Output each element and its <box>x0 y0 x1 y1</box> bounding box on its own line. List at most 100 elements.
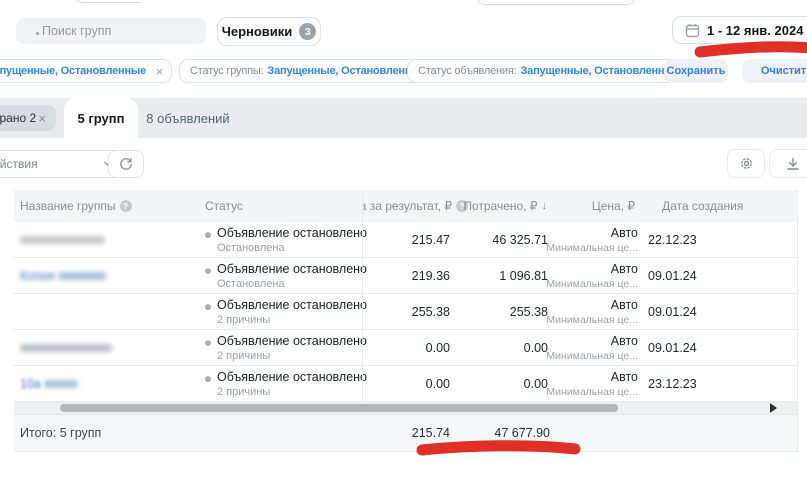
close-icon[interactable]: × <box>156 64 163 79</box>
price-detail: Минимальная це... <box>546 278 638 290</box>
clear-filters-button[interactable]: Очистить <box>742 59 807 83</box>
cpr-value: 219.36 <box>412 269 450 283</box>
filter-chip-label: Статус группы: <box>190 65 263 77</box>
cpr-value: 215.47 <box>412 233 450 247</box>
column-header-created[interactable]: Дата создания <box>662 190 743 222</box>
sort-desc-icon: ↓ <box>542 200 548 212</box>
spent-value: 1 096.81 <box>499 269 548 283</box>
status-dot-icon <box>205 304 211 310</box>
save-filters-button[interactable]: Сохранить <box>664 59 728 83</box>
status-dot-icon <box>205 340 211 346</box>
cpr-value: 0.00 <box>426 341 450 355</box>
table-right-border <box>797 190 798 452</box>
column-header-price[interactable]: Цена, ₽ <box>592 190 635 222</box>
price-detail: Минимальная це... <box>546 350 638 362</box>
status-text: Объявление остановлено <box>217 370 367 384</box>
frozen-columns-divider <box>362 190 363 402</box>
created-date: 23.12.23 <box>648 377 697 391</box>
created-date: 09.01.24 <box>648 269 697 283</box>
group-name-link[interactable]: 10а <box>20 377 78 391</box>
totals-spent: 47 677.90 <box>494 426 550 440</box>
settings-button[interactable] <box>727 149 765 178</box>
price-mode: Авто <box>611 334 638 348</box>
column-header-name[interactable]: Название группы ? <box>20 190 132 222</box>
group-name-link[interactable]: Копия <box>20 269 106 283</box>
price-mode: Авто <box>611 370 638 384</box>
status-detail: 2 причины <box>217 350 270 362</box>
price-detail: Минимальная це... <box>546 386 638 398</box>
drafts-label: Черновики <box>222 24 293 39</box>
filter-chip-value: Запущенные, Остановленные <box>0 65 146 77</box>
price-detail: Минимальная це... <box>546 242 638 254</box>
table-row: 10а Объявление остановлено 2 причины 0.0… <box>14 366 797 402</box>
totals-cpr: 215.74 <box>412 426 450 440</box>
group-name-redacted[interactable] <box>20 341 112 355</box>
totals-row: Итого: 5 групп 215.74 47 677.90 <box>14 414 797 452</box>
price-mode: Авто <box>611 262 638 276</box>
group-name-redacted[interactable] <box>20 233 105 247</box>
horizontal-scrollbar[interactable] <box>14 402 797 414</box>
filter-chip-value: Запущенные, Остановленные <box>267 65 426 77</box>
cpr-value: 255.38 <box>412 305 450 319</box>
status-detail: Остановлена <box>217 278 285 290</box>
date-range-label: 1 - 12 янв. 2024 <box>707 23 803 38</box>
cpr-value: 0.00 <box>426 377 450 391</box>
scrollable-headers: Цена за результат, ₽ ? Потрачено, ₽ ↓ Це… <box>362 190 797 222</box>
search-input[interactable] <box>16 24 206 38</box>
date-range-picker[interactable]: 1 - 12 янв. 2024 <box>672 16 807 44</box>
totals-label: Итого: 5 групп <box>20 426 101 440</box>
refresh-icon <box>119 157 133 171</box>
gear-icon <box>739 156 754 171</box>
table-row: Объявление остановлено Остановлена 215.4… <box>14 222 797 258</box>
spent-value: 46 325.71 <box>492 233 548 247</box>
scrollbar-thumb[interactable] <box>60 404 618 412</box>
column-header-cpr[interactable]: Цена за результат, ₽ ? <box>362 190 468 222</box>
price-mode: Авто <box>611 226 638 240</box>
scroll-right-icon[interactable] <box>770 403 777 413</box>
created-date: 09.01.24 <box>648 305 697 319</box>
export-button[interactable] <box>769 149 807 178</box>
column-header-spent[interactable]: Потрачено, ₽ ↓ <box>463 190 547 222</box>
spent-value: 0.00 <box>524 341 548 355</box>
calendar-icon <box>685 23 700 38</box>
selection-chip-label: Выбрано 2 <box>0 111 36 125</box>
status-text: Объявление остановлено <box>217 298 367 312</box>
table-row: Объявление остановлено 2 причины 255.38 … <box>14 294 797 330</box>
created-date: 22.12.23 <box>648 233 697 247</box>
status-detail: Остановлена <box>217 242 285 254</box>
price-mode: Авто <box>611 298 638 312</box>
spent-value: 0.00 <box>524 377 548 391</box>
status-dot-icon <box>205 376 211 382</box>
spent-value: 255.38 <box>510 305 548 319</box>
drafts-button[interactable]: Черновики 3 <box>217 17 321 46</box>
tab-ads[interactable]: 8 объявлений <box>140 98 236 138</box>
selection-chip[interactable]: Выбрано 2 × <box>0 105 56 131</box>
filter-chip-value: Запущенные, Остановленные <box>520 65 679 77</box>
cropped-element-fragment <box>76 0 141 3</box>
close-icon[interactable]: × <box>38 111 46 126</box>
price-detail: Минимальная це... <box>546 314 638 326</box>
column-header-status: Статус <box>205 190 243 222</box>
ads-manager-screen: Черновики 3 1 - 12 янв. 2024 Запущенные,… <box>0 0 807 487</box>
drafts-count-badge: 3 <box>299 23 316 40</box>
download-icon <box>786 157 800 171</box>
filter-chip-label: Статус объявления: <box>418 65 516 77</box>
search-icon <box>36 32 39 35</box>
status-detail: 2 причины <box>217 314 270 326</box>
status-text: Объявление остановлено <box>217 262 367 276</box>
status-detail: 2 причины <box>217 386 270 398</box>
help-icon[interactable]: ? <box>120 200 132 212</box>
table-row: Объявление остановлено 2 причины 0.00 0.… <box>14 330 797 366</box>
table-row: Копия Объявление остановлено Остановлена… <box>14 258 797 294</box>
actions-label: Действия <box>0 157 38 171</box>
cropped-element-fragment <box>477 0 635 5</box>
status-text: Объявление остановлено <box>217 334 367 348</box>
search-input-wrap <box>16 18 206 44</box>
filter-chip-campaign-status[interactable]: Запущенные, Остановленные × <box>0 59 172 83</box>
status-dot-icon <box>205 232 211 238</box>
table-header: Название группы ? Статус Цена за результ… <box>14 190 797 222</box>
tab-groups[interactable]: 5 групп <box>64 98 138 138</box>
refresh-button[interactable] <box>108 150 144 178</box>
filter-chip-ad-status[interactable]: Статус объявления: Запущенные, Остановле… <box>407 59 702 83</box>
status-text: Объявление остановлено <box>217 226 367 240</box>
